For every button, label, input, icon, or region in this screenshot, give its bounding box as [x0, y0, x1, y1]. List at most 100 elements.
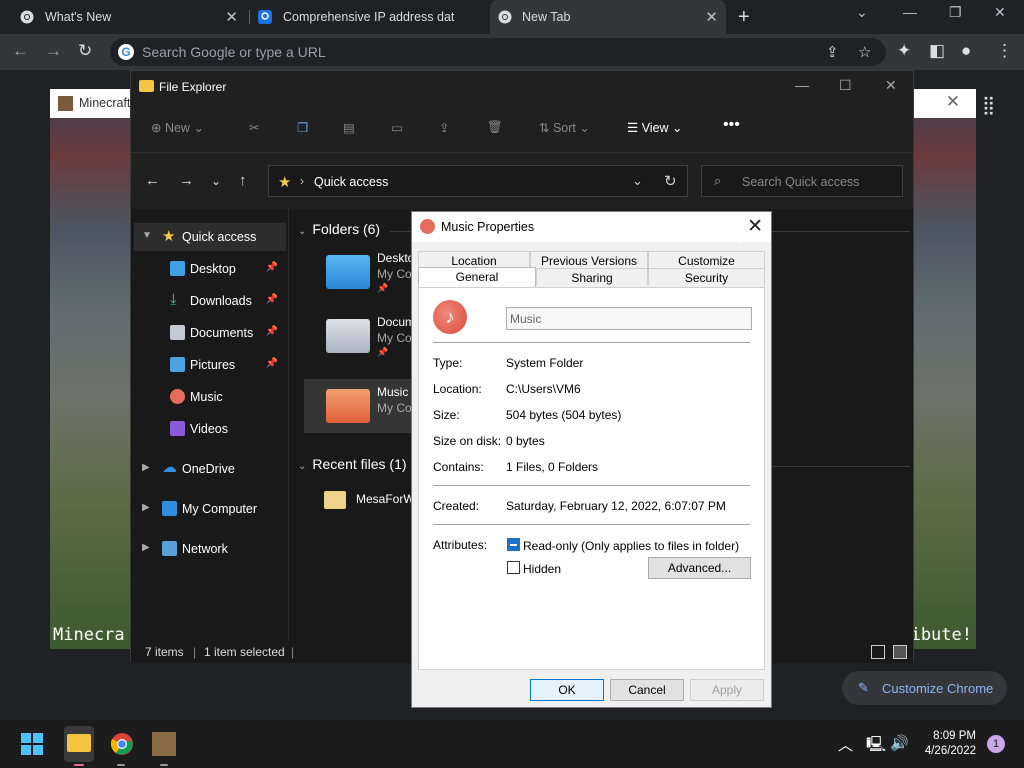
nav-item-network[interactable]: ▶ Network [134, 535, 286, 563]
date: 4/26/2022 [924, 745, 976, 757]
copy-icon[interactable]: ❐ [297, 120, 308, 135]
volume-icon[interactable]: 🔊 [890, 734, 909, 752]
close-tab-icon[interactable]: ✕ [225, 8, 238, 26]
profile-icon[interactable]: ● [961, 41, 971, 61]
forward-icon[interactable]: → [45, 41, 62, 61]
back-icon[interactable]: ← [145, 172, 160, 189]
chevron-right-icon[interactable]: ▶ [142, 502, 150, 513]
folder-icon [67, 734, 91, 752]
close-window-icon[interactable]: ✕ [994, 4, 1006, 21]
rename-icon[interactable]: ▭ [391, 120, 403, 135]
minimize-icon[interactable]: — [903, 4, 917, 20]
attributes-label: Attributes: [433, 538, 488, 552]
close-icon[interactable]: ✕ [747, 215, 763, 238]
chevron-down-icon[interactable]: ▼ [142, 230, 152, 241]
selected-count: 1 item selected [204, 645, 285, 659]
folders-section-header[interactable]: ⌄ Folders (6) [298, 221, 380, 237]
apply-button[interactable]: Apply [690, 679, 764, 701]
side-panel-icon[interactable]: ◧ [929, 41, 945, 61]
nav-item-videos[interactable]: Videos [134, 415, 286, 443]
tab-ip-data[interactable]: Comprehensive IP address data, I [258, 0, 488, 34]
running-indicator [74, 764, 84, 766]
minecraft-taskbar-icon[interactable] [152, 732, 176, 756]
tab-new-tab[interactable]: New Tab ✕ [490, 0, 726, 34]
nav-item-music[interactable]: Music [134, 383, 286, 411]
hidden-checkbox[interactable] [507, 561, 520, 574]
chevron-right-icon[interactable]: ▶ [142, 462, 150, 473]
close-icon[interactable]: ✕ [946, 92, 960, 112]
forward-icon[interactable]: → [179, 172, 194, 189]
nav-item-desktop[interactable]: Desktop 📌 [134, 255, 286, 283]
start-windows-icon[interactable] [20, 732, 46, 756]
nav-item-quick-access[interactable]: ▼ ★ Quick access [134, 223, 286, 251]
tab-previous-versions[interactable]: Previous Versions [530, 251, 648, 269]
tab-label: Previous Versions [540, 254, 638, 268]
tab-label: General [455, 270, 499, 284]
tab-general[interactable]: General [418, 267, 536, 287]
apps-grid-icon[interactable]: ⣿ [982, 95, 995, 116]
recent-file-row[interactable]: MesaForW [324, 491, 415, 509]
chevron-right-icon[interactable]: ▶ [142, 542, 150, 553]
recent-section-header[interactable]: ⌄ Recent files (1) [298, 456, 407, 472]
nav-item-onedrive[interactable]: ▶ ☁ OneDrive [134, 455, 286, 483]
back-icon[interactable]: ← [12, 41, 29, 61]
file-explorer-taskbar-icon[interactable] [64, 726, 94, 762]
advanced-button[interactable]: Advanced... [648, 557, 751, 579]
tab-customize[interactable]: Customize [648, 251, 765, 269]
menu-icon[interactable]: ⋮ [996, 41, 1013, 61]
nav-item-my-computer[interactable]: ▶ My Computer [134, 495, 286, 523]
new-button[interactable]: ⊕ New ⌄ [151, 120, 204, 135]
bookmark-star-icon[interactable]: ☆ [858, 43, 871, 61]
file-icon [324, 491, 346, 509]
share-icon[interactable]: ⇪ [439, 120, 449, 135]
view-button[interactable]: ☰ View ⌄ [627, 120, 683, 135]
delete-icon[interactable]: 🗑 [487, 120, 503, 135]
read-only-checkbox[interactable] [507, 538, 520, 551]
documents-folder-icon [326, 319, 370, 353]
sort-button[interactable]: ⇅ Sort ⌄ [539, 120, 590, 135]
tiles-view-icon[interactable] [893, 645, 907, 659]
share-icon[interactable]: ⇪ [826, 43, 839, 61]
restore-icon[interactable]: ❐ [949, 4, 962, 21]
cancel-button[interactable]: Cancel [610, 679, 684, 701]
folder-name-field[interactable]: Music [506, 307, 752, 330]
refresh-icon[interactable]: ↻ [664, 172, 677, 190]
details-view-icon[interactable] [871, 645, 885, 659]
new-tab-button[interactable]: + [738, 6, 750, 29]
more-options-icon[interactable]: ••• [723, 116, 740, 134]
extensions-icon[interactable]: ✦ [897, 41, 911, 61]
maximize-icon[interactable]: ☐ [839, 77, 852, 94]
paste-icon[interactable]: ▤ [343, 120, 355, 135]
customize-chrome-button[interactable]: ✎ Customize Chrome [842, 671, 1007, 705]
up-icon[interactable]: ↑ [239, 172, 247, 189]
close-tab-icon[interactable]: ✕ [705, 8, 718, 26]
minimize-icon[interactable]: — [795, 77, 809, 93]
search-input[interactable]: ⌕ Search Quick access [701, 165, 903, 197]
notification-badge[interactable]: 1 [987, 735, 1005, 753]
nav-item-pictures[interactable]: Pictures 📌 [134, 351, 286, 379]
tab-label: Security [684, 271, 729, 285]
tab-label: Sharing [571, 271, 613, 285]
nav-item-documents[interactable]: Documents 📌 [134, 319, 286, 347]
minecraft-text-left: Minecra [53, 625, 125, 645]
address-bar[interactable]: ★ › Quick access ⌄ ↻ [268, 165, 688, 197]
close-icon[interactable]: ✕ [885, 77, 897, 94]
tab-security[interactable]: Security [648, 268, 765, 286]
ok-button[interactable]: OK [530, 679, 604, 701]
nav-item-downloads[interactable]: ⤓ Downloads 📌 [134, 287, 286, 315]
tab-whats-new[interactable]: What's New ✕ [20, 0, 246, 34]
omnibox[interactable]: G Search Google or type a URL ⇪ ☆ [110, 38, 886, 66]
network-icon[interactable]: 🖳 [866, 734, 886, 759]
clock[interactable]: 8:09 PM 4/26/2022 [916, 729, 976, 759]
tab-search-icon[interactable]: ⌄ [856, 4, 868, 21]
nav-label: Downloads [190, 294, 252, 308]
contains-value: 1 Files, 0 Folders [506, 460, 599, 474]
chrome-taskbar-icon[interactable] [110, 732, 136, 756]
chevron-down-icon[interactable]: ⌄ [632, 173, 643, 189]
tab-sharing[interactable]: Sharing [536, 268, 648, 286]
chevron-up-icon[interactable]: ︿ [838, 734, 853, 755]
recent-locations-icon[interactable]: ⌄ [211, 174, 221, 188]
recent-header-text: Recent files (1) [312, 456, 407, 472]
cut-icon[interactable]: ✂ [249, 120, 259, 135]
reload-icon[interactable]: ↻ [78, 41, 92, 61]
